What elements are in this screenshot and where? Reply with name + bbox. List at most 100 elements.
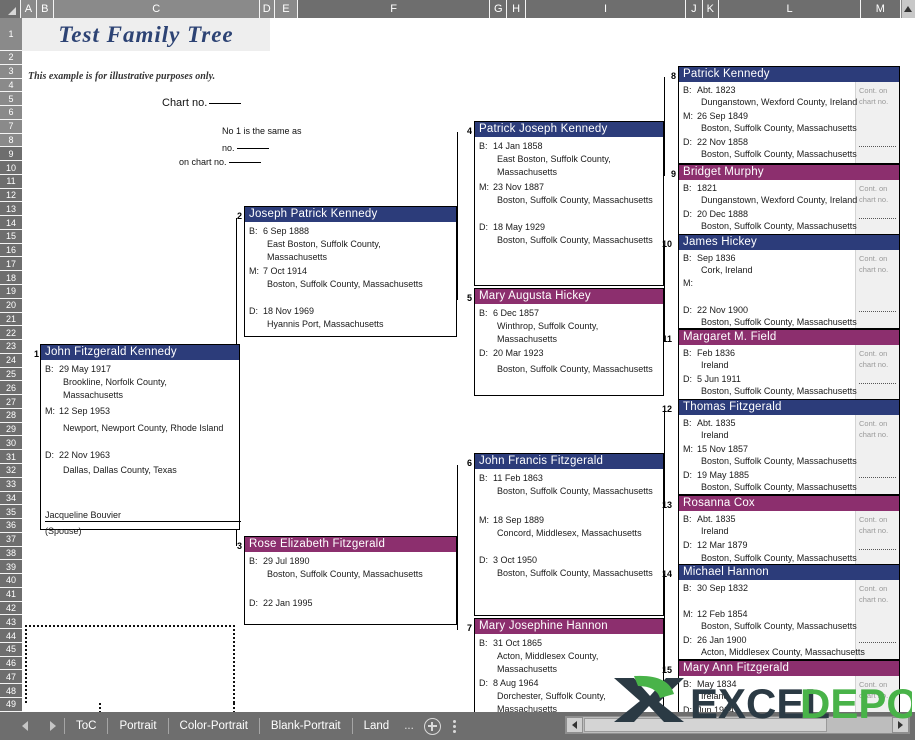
tab-land[interactable]: Land [353, 720, 401, 732]
row-header-16[interactable]: 16 [0, 243, 22, 258]
row-header-41[interactable]: 41 [0, 587, 22, 602]
row-header-1[interactable]: 1 [0, 18, 22, 51]
row-header-39[interactable]: 39 [0, 560, 22, 575]
person-box-5[interactable]: Mary Augusta Hickey B: 6 Dec 1857 Winthro… [474, 288, 664, 396]
column-header-K[interactable]: K [702, 0, 719, 18]
person-box-2[interactable]: Joseph Patrick Kennedy B: 6 Sep 1888 East… [244, 206, 457, 337]
person-box-14[interactable]: Michael Hannon Cont. on chart no. B: 30 S… [678, 564, 900, 660]
add-sheet-button[interactable] [423, 717, 441, 735]
cont-on-chart-11[interactable]: Cont. on chart no. [855, 345, 899, 400]
on-chart-no-blank[interactable] [228, 162, 261, 163]
row-header-29[interactable]: 29 [0, 422, 22, 437]
horizontal-scrollbar[interactable] [565, 716, 910, 734]
row-header-13[interactable]: 13 [0, 202, 22, 217]
row-header-7[interactable]: 7 [0, 119, 22, 134]
cont-on-chart-13[interactable]: Cont. on chart no. [855, 511, 899, 566]
column-header-J[interactable]: J [686, 0, 703, 18]
row-header-46[interactable]: 46 [0, 656, 22, 671]
column-header-B[interactable]: B [36, 0, 54, 18]
row-header-37[interactable]: 37 [0, 532, 22, 547]
person-box-4[interactable]: Patrick Joseph Kennedy B: 14 Jan 1858 Eas… [474, 121, 664, 286]
scroll-left-button[interactable] [566, 717, 583, 733]
row-header-35[interactable]: 35 [0, 505, 22, 520]
person-box-8[interactable]: Patrick Kennedy Cont. on chart no. B: Abt… [678, 66, 900, 164]
row-header-38[interactable]: 38 [0, 546, 22, 561]
sheet-nav-arrows[interactable] [0, 721, 64, 731]
row-header-8[interactable]: 8 [0, 133, 22, 148]
row-header-4[interactable]: 4 [0, 78, 22, 93]
no-blank[interactable] [236, 148, 269, 149]
cont-on-chart-8[interactable]: Cont. on chart no. [855, 82, 899, 163]
row-header-30[interactable]: 30 [0, 436, 22, 451]
next-sheet-icon[interactable] [50, 721, 56, 731]
person-box-12[interactable]: Thomas Fitzgerald Cont. on chart no. B: A… [678, 399, 900, 495]
column-header-L[interactable]: L [718, 0, 862, 18]
previous-sheet-icon[interactable] [22, 721, 28, 731]
row-header-36[interactable]: 36 [0, 519, 22, 533]
row-header-19[interactable]: 19 [0, 285, 22, 299]
person-box-9[interactable]: Bridget Murphy Cont. on chart no. B: 1821… [678, 164, 900, 236]
chart-no-blank[interactable] [209, 103, 242, 104]
column-header-F[interactable]: F [298, 0, 491, 18]
tab-color-portrait[interactable]: Color-Portrait [169, 720, 259, 732]
column-header-D[interactable]: D [259, 0, 275, 18]
person-box-15[interactable]: Mary Ann Fitzgerald Cont. on chart no. B… [678, 660, 900, 712]
person-box-11[interactable]: Margaret M. Field Cont. on chart no. B: F… [678, 329, 900, 401]
person-box-3[interactable]: Rose Elizabeth Fitzgerald B: 29 Jul 1890 … [244, 536, 457, 625]
row-header-40[interactable]: 40 [0, 574, 22, 588]
row-header-27[interactable]: 27 [0, 395, 22, 409]
row-header-32[interactable]: 32 [0, 463, 22, 478]
row-header-15[interactable]: 15 [0, 229, 22, 244]
column-header-A[interactable]: A [21, 0, 37, 18]
row-header-9[interactable]: 9 [0, 147, 22, 162]
tab-portrait[interactable]: Portrait [108, 720, 167, 732]
cont-on-chart-9[interactable]: Cont. on chart no. [855, 180, 899, 235]
horizontal-scroll-thumb[interactable] [584, 718, 827, 732]
row-header-42[interactable]: 42 [0, 601, 22, 616]
person-box-7[interactable]: Mary Josephine Hannon B: 31 Oct 1865 Acto… [474, 618, 664, 712]
row-header-28[interactable]: 28 [0, 408, 22, 423]
row-header-26[interactable]: 26 [0, 381, 22, 396]
select-all-corner[interactable] [0, 0, 22, 18]
column-header-G[interactable]: G [490, 0, 508, 18]
tab-toc[interactable]: ToC [65, 720, 107, 732]
row-header-5[interactable]: 5 [0, 92, 22, 107]
row-header-10[interactable]: 10 [0, 161, 22, 175]
row-header-3[interactable]: 3 [0, 64, 22, 79]
vertical-scroll-up-button[interactable] [900, 0, 915, 18]
row-header-6[interactable]: 6 [0, 106, 22, 120]
person-box-6[interactable]: John Francis Fitzgerald B: 11 Feb 1863 Bo… [474, 453, 664, 616]
horizontal-scroll-track[interactable] [827, 717, 892, 733]
person-box-13[interactable]: Rosanna Cox Cont. on chart no. B: Abt. 18… [678, 495, 900, 567]
row-header-14[interactable]: 14 [0, 216, 22, 230]
row-header-47[interactable]: 47 [0, 670, 22, 685]
person-box-10[interactable]: James Hickey Cont. on chart no. B: Sep 18… [678, 234, 900, 329]
row-header-17[interactable]: 17 [0, 257, 22, 272]
row-header-25[interactable]: 25 [0, 367, 22, 382]
cont-on-chart-12[interactable]: Cont. on chart no. [855, 415, 899, 494]
row-header-12[interactable]: 12 [0, 188, 22, 203]
row-header-22[interactable]: 22 [0, 326, 22, 341]
row-header-44[interactable]: 44 [0, 629, 22, 643]
row-header-24[interactable]: 24 [0, 353, 22, 368]
row-header-21[interactable]: 21 [0, 312, 22, 327]
row-header-31[interactable]: 31 [0, 450, 22, 464]
row-header-43[interactable]: 43 [0, 615, 22, 630]
cont-on-chart-15[interactable]: Cont. on chart no. [855, 676, 899, 712]
column-header-I[interactable]: I [525, 0, 687, 18]
column-header-H[interactable]: H [507, 0, 526, 18]
row-header-48[interactable]: 48 [0, 684, 22, 698]
sheet-options-menu-icon[interactable] [453, 719, 457, 733]
column-header-M[interactable]: M [861, 0, 901, 18]
scroll-right-button[interactable] [892, 717, 909, 733]
column-header-E[interactable]: E [274, 0, 298, 18]
row-header-34[interactable]: 34 [0, 491, 22, 506]
column-header-C[interactable]: C [53, 0, 260, 18]
row-header-23[interactable]: 23 [0, 340, 22, 354]
row-header-18[interactable]: 18 [0, 271, 22, 286]
row-header-2[interactable]: 2 [0, 51, 22, 65]
row-header-45[interactable]: 45 [0, 642, 22, 657]
cont-on-chart-10[interactable]: Cont. on chart no. [855, 250, 899, 328]
row-header-49[interactable]: 49 [0, 697, 22, 712]
row-header-20[interactable]: 20 [0, 298, 22, 313]
